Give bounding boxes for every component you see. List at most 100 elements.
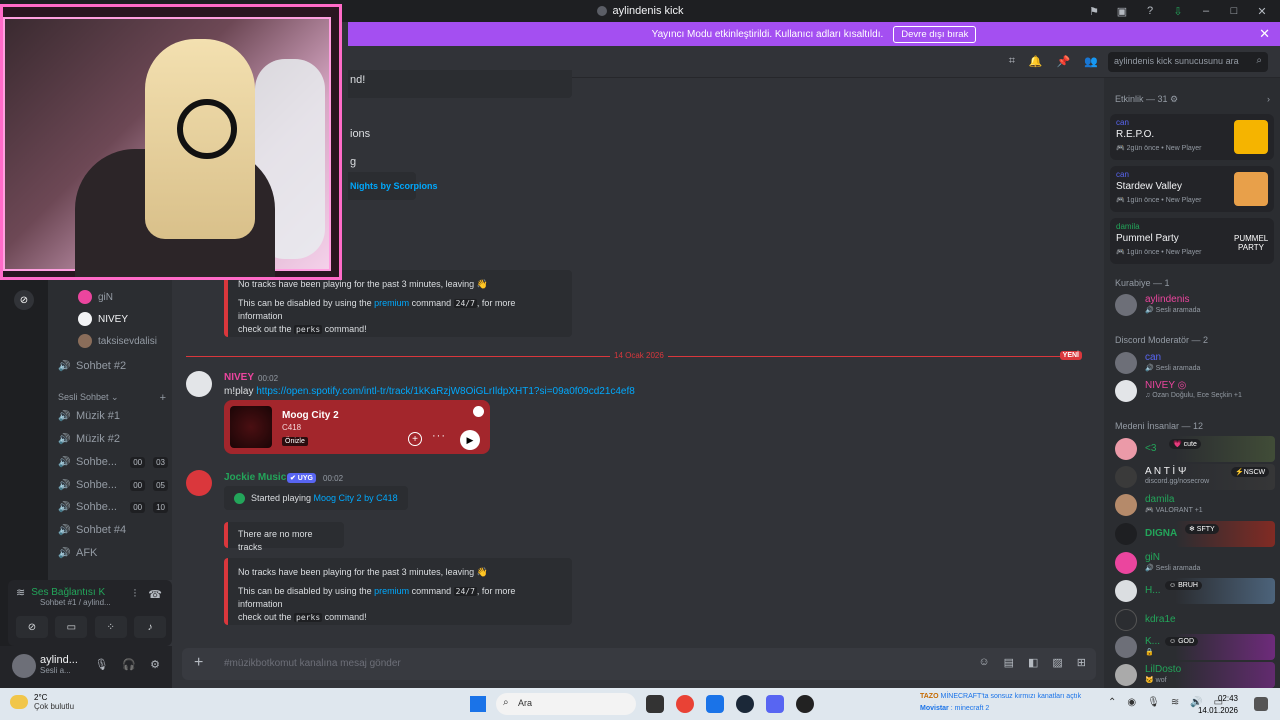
close-banner-icon[interactable]: ✕ — [1259, 26, 1270, 42]
sticker-icon[interactable]: ◧ — [1028, 656, 1038, 669]
weather-widget[interactable]: 2°C Çok bulutlu — [10, 693, 74, 711]
emoji-icon[interactable]: ☺ — [978, 656, 989, 669]
member-item[interactable]: DIGNA ❄ SFTY — [1115, 521, 1275, 547]
camera-off-button[interactable]: ⊘ — [16, 616, 48, 638]
file-explorer-icon[interactable] — [646, 695, 664, 713]
activity-card[interactable]: damila Pummel Party 🎮 1gün önce • New Pl… — [1110, 218, 1274, 264]
bell-icon[interactable]: 🔔 — [1029, 55, 1043, 68]
channel-muzik-2[interactable]: 🔊 Müzik #2 — [58, 433, 168, 445]
channel-muzik-1[interactable]: 🔊 Müzik #1 — [58, 410, 168, 422]
member-item[interactable]: A N T İ Ψ ⚡NSCW discord.gg/nosecrow — [1115, 464, 1275, 490]
screen-icon[interactable]: ▣ — [1110, 0, 1134, 22]
disable-streamer-mode-button[interactable]: Devre dışı bırak — [893, 25, 977, 43]
screen-share-button[interactable]: ▭ — [55, 616, 88, 638]
taskbar-search[interactable]: ⌕ Ara — [496, 693, 636, 715]
member-item[interactable]: damila 🎮 VALORANT +1 — [1115, 492, 1275, 518]
search-input[interactable]: aylindenis kick sunucusunu ara ⌕ — [1108, 52, 1268, 72]
channel-sohbet-4[interactable]: 🔊 Sohbet #4 — [58, 524, 168, 536]
activities-button[interactable]: ⁘ — [94, 616, 127, 638]
member-name: aylindenis — [1145, 294, 1190, 305]
user-status: Sesli a... — [40, 666, 71, 675]
member-list-icon[interactable]: 👥 — [1084, 55, 1098, 68]
help-icon[interactable]: ? — [1138, 0, 1162, 22]
avatar[interactable] — [186, 371, 212, 397]
voice-user-nivey[interactable]: NIVEY — [78, 312, 128, 326]
threads-icon[interactable]: ⌗ — [1009, 55, 1015, 68]
embed-partial: nd! — [348, 70, 572, 98]
mic-icon[interactable]: 🎙 — [94, 658, 108, 671]
channel-sohbet-c[interactable]: 🔊 Sohbe... 00 10 — [58, 501, 168, 513]
noise-suppression-icon[interactable]: ⫶ — [134, 588, 137, 601]
steam-icon[interactable] — [736, 695, 754, 713]
message-composer[interactable]: + #müzikbotkomut kanalına mesaj gönder ☺… — [182, 648, 1096, 680]
premium-link[interactable]: premium — [374, 298, 409, 308]
activity-card[interactable]: can R.E.P.O. 🎮 2gün önce • New Player — [1110, 114, 1274, 160]
channel-afk[interactable]: 🔊 AFK — [58, 547, 168, 559]
maximize-button[interactable]: □ — [1222, 0, 1246, 22]
apps-icon[interactable]: ⊞ — [1077, 656, 1086, 669]
play-button[interactable]: ▶ — [460, 430, 480, 450]
chrome-icon[interactable] — [676, 695, 694, 713]
album-art[interactable] — [230, 406, 272, 448]
member-item[interactable]: giN 🔊 Sesli aramada — [1115, 550, 1275, 576]
chevron-down-icon: ⌄ — [108, 392, 119, 402]
add-channel-icon[interactable]: + — [160, 392, 166, 404]
message-author[interactable]: NIVEY — [224, 372, 254, 383]
track-title[interactable]: Moog City 2 — [282, 410, 339, 421]
image-icon[interactable]: ▨ — [1052, 656, 1062, 669]
spotify-url-link[interactable]: https://open.spotify.com/intl-tr/track/1… — [256, 386, 635, 397]
chevron-up-icon[interactable]: ⌃ — [1108, 697, 1116, 708]
clock[interactable]: 02:43 14.01.2026 — [1198, 693, 1238, 717]
download-icon[interactable]: ⇩ — [1166, 0, 1190, 22]
premium-link[interactable]: premium — [374, 586, 409, 596]
discover-icon[interactable]: ⊘ — [14, 290, 34, 310]
track-artist[interactable]: C418 — [282, 423, 301, 432]
disconnect-icon[interactable]: ☎ — [148, 588, 162, 601]
message-author[interactable]: Jockie Music — [224, 472, 286, 483]
add-icon[interactable]: + — [408, 432, 422, 446]
wifi-icon[interactable]: ≋ — [1171, 697, 1179, 708]
voice-user-gin[interactable]: giN — [78, 290, 113, 304]
voice-user-taksisevdalisi[interactable]: taksisevdalisi — [78, 334, 157, 348]
category-sesli-sohbet[interactable]: Sesli Sohbet ⌄ + — [58, 392, 166, 404]
member-item[interactable]: <3 💗 cute — [1115, 436, 1275, 462]
channel-sohbet-b[interactable]: 🔊 Sohbe... 00 05 — [58, 479, 168, 491]
headphones-icon[interactable]: 🎧 — [122, 658, 136, 671]
more-options-icon[interactable]: ··· — [432, 430, 446, 442]
close-window-button[interactable]: ✕ — [1250, 0, 1274, 22]
member-item[interactable]: kdra1e — [1115, 607, 1275, 633]
track-link[interactable]: Moog City 2 by C418 — [314, 493, 398, 503]
minimize-button[interactable]: – — [1194, 0, 1218, 22]
voice-user-name: giN — [98, 291, 114, 303]
add-attachment-icon[interactable]: + — [194, 654, 203, 672]
member-item[interactable]: K... ☺ GOD 🔒 — [1115, 634, 1275, 660]
channel-sohbet-2[interactable]: 🔊 Sohbet #2 — [58, 360, 168, 372]
member-item[interactable]: LilDosto 🐱 wof — [1115, 662, 1275, 688]
activity-header[interactable]: Etkinlik — 31 ⚙ › — [1115, 94, 1270, 105]
category-name: Sesli Sohbet — [58, 392, 109, 402]
member-item[interactable]: aylindenis 🔊 Sesli aramada — [1115, 292, 1275, 318]
channel-sohbet-a[interactable]: 🔊 Sohbe... 00 03 — [58, 456, 168, 468]
inbox-icon[interactable]: ⚑ — [1082, 0, 1106, 22]
activity-card[interactable]: can Stardew Valley 🎮 1gün önce • New Pla… — [1110, 166, 1274, 212]
soundboard-button[interactable]: ♪ — [133, 616, 166, 638]
member-item[interactable]: NIVEY ◎ ♫ Ozan Doğulu, Ece Seçkin +1 — [1115, 378, 1275, 404]
pin-icon[interactable]: 📌 — [1057, 55, 1071, 68]
member-item[interactable]: can 🔊 Sesli aramada — [1115, 350, 1275, 376]
game-icon — [1234, 172, 1268, 206]
notification-icon[interactable] — [1254, 697, 1268, 711]
now-playing-link[interactable]: Nights by Scorpions — [350, 181, 438, 191]
voice-channel-path[interactable]: Sohbet #1 / aylind... — [40, 598, 111, 607]
member-item[interactable]: H... ☺ BRUH — [1115, 578, 1275, 604]
avatar[interactable] — [12, 654, 36, 678]
avatar[interactable] — [186, 470, 212, 496]
app-icon[interactable] — [796, 695, 814, 713]
app-tray-icon[interactable]: ◉ — [1127, 697, 1136, 708]
start-button[interactable] — [470, 696, 486, 712]
settings-icon[interactable]: ⚙ — [150, 658, 160, 671]
member-name: kdra1e — [1145, 614, 1176, 625]
store-icon[interactable] — [706, 695, 724, 713]
mic-icon[interactable]: 🎙 — [1147, 697, 1160, 708]
discord-icon[interactable] — [766, 695, 784, 713]
gif-icon[interactable]: ▤ — [1004, 656, 1014, 669]
